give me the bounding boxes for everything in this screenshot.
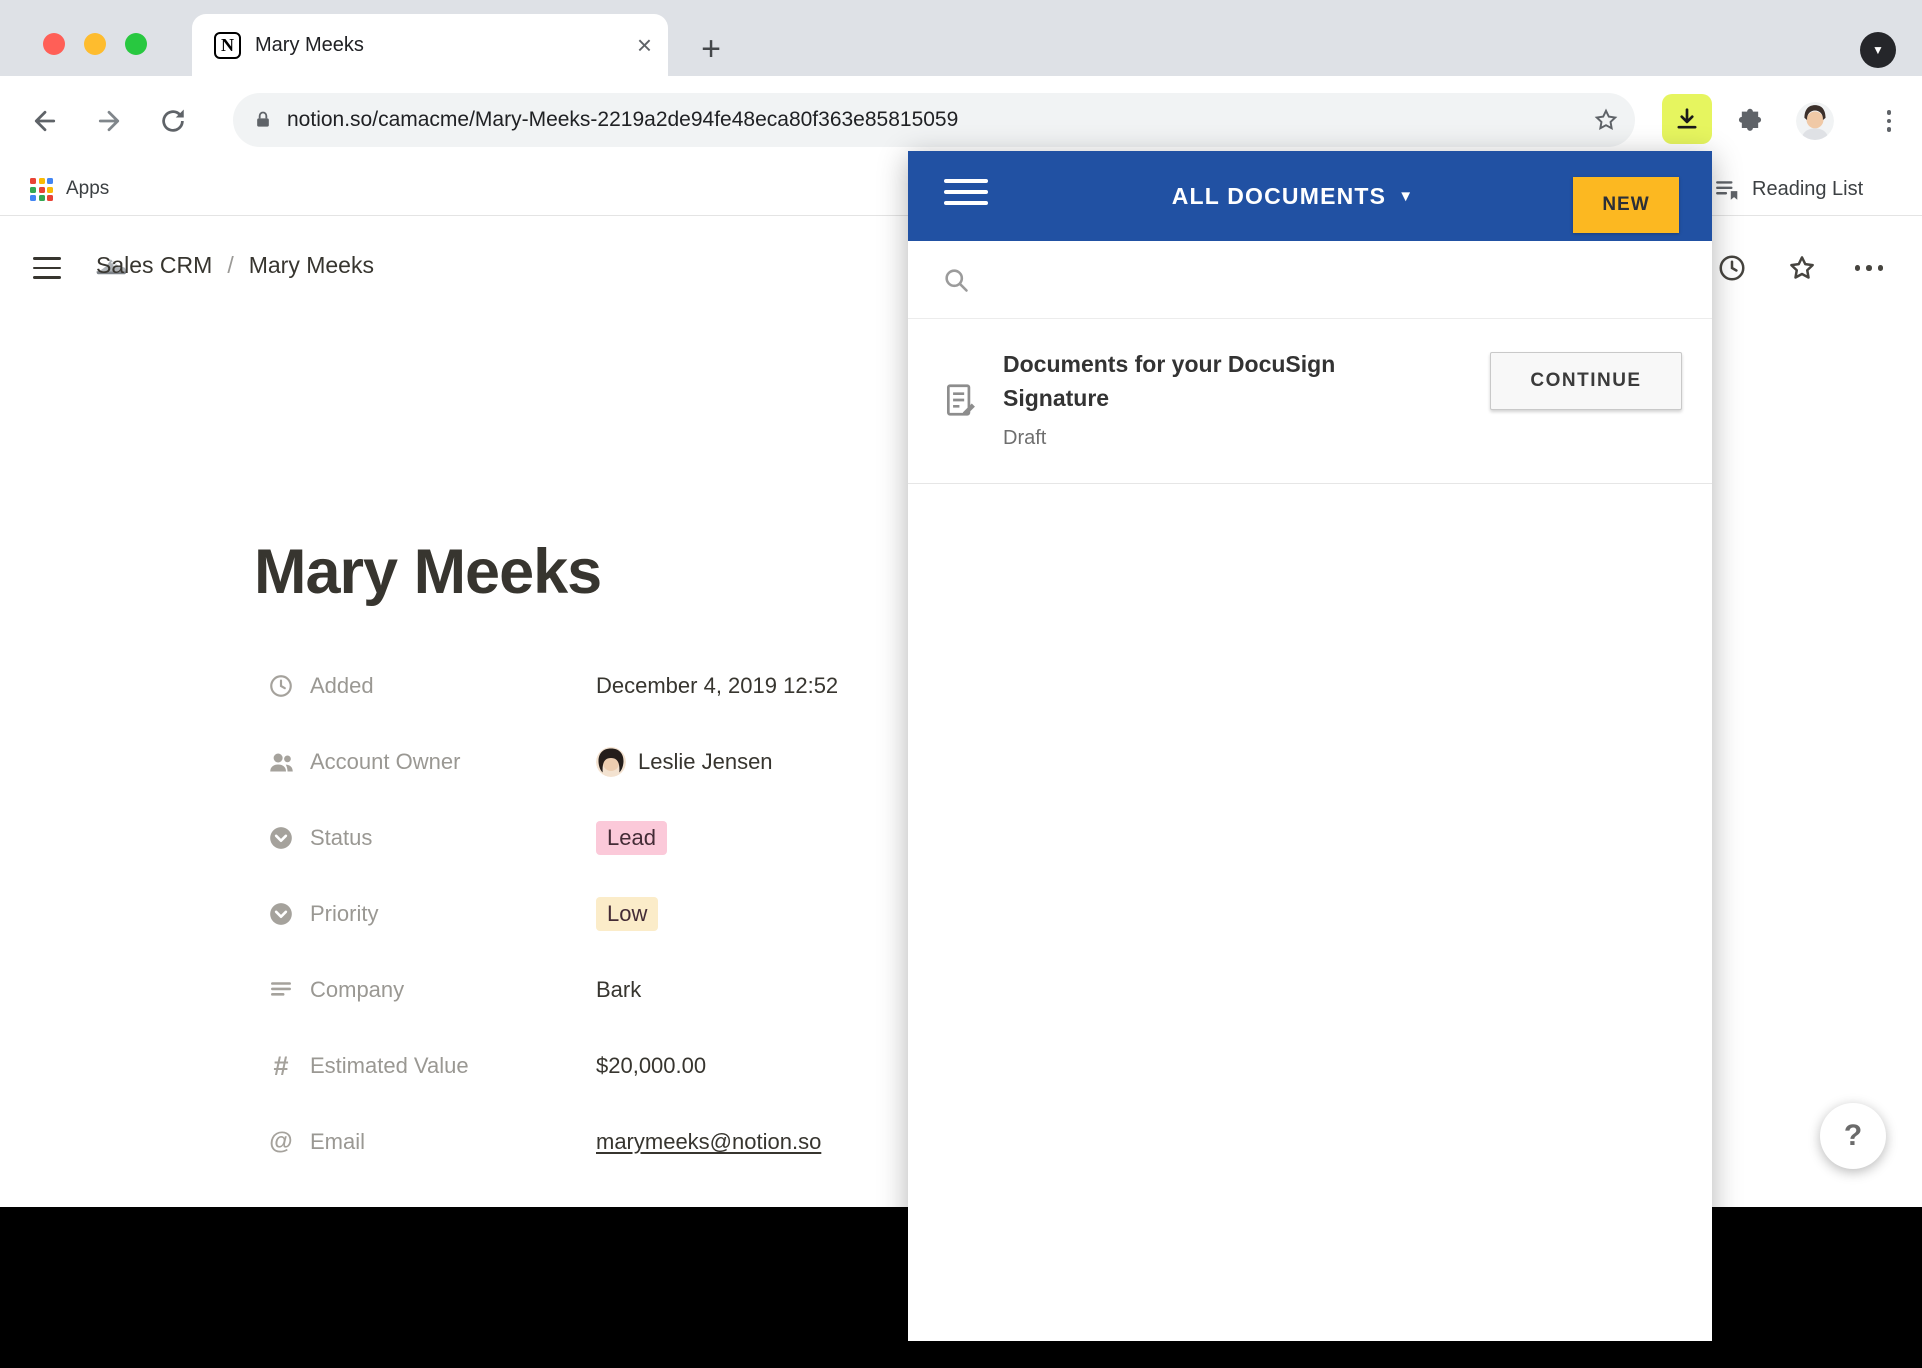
- apps-grid-icon[interactable]: [30, 178, 53, 201]
- notion-sidebar-toggle[interactable]: [30, 253, 64, 283]
- browser-menu-button[interactable]: [1872, 104, 1906, 138]
- property-label: Estimated Value: [310, 1053, 580, 1079]
- property-value-added[interactable]: December 4, 2019 12:52: [596, 673, 838, 699]
- reload-icon: [158, 106, 188, 136]
- browser-tab[interactable]: N Mary Meeks ×: [192, 14, 668, 76]
- ellipsis-icon: [1855, 265, 1884, 271]
- property-label: Status: [310, 825, 580, 851]
- filter-label: ALL DOCUMENTS: [1172, 183, 1387, 210]
- tab-title: Mary Meeks: [255, 34, 364, 57]
- breadcrumb-separator: /: [227, 252, 233, 279]
- forward-button[interactable]: [90, 102, 128, 140]
- document-list-item[interactable]: Documents for your DocuSign Signature Dr…: [908, 319, 1712, 484]
- property-row-status[interactable]: Status Lead: [266, 800, 906, 876]
- search-icon: [942, 266, 970, 294]
- star-icon: [1787, 253, 1817, 283]
- property-label: Priority: [310, 901, 580, 927]
- tab-search-button[interactable]: ▼: [1860, 32, 1896, 68]
- person-avatar: [596, 747, 626, 777]
- profile-avatar[interactable]: [1796, 102, 1834, 140]
- notion-favicon-icon: N: [214, 32, 241, 59]
- close-window-button[interactable]: [43, 33, 65, 55]
- reading-list-icon[interactable]: [1714, 177, 1740, 208]
- page-title: Mary Meeks: [254, 536, 601, 608]
- new-tab-button[interactable]: +: [692, 30, 730, 68]
- clock-icon: [1717, 253, 1747, 283]
- hamburger-icon: [33, 257, 61, 260]
- tab-strip: N Mary Meeks × + ▼: [0, 0, 1922, 76]
- email-link[interactable]: marymeeks@notion.so: [596, 1129, 821, 1155]
- property-row-added[interactable]: Added December 4, 2019 12:52: [266, 648, 906, 724]
- search-input[interactable]: [986, 260, 1712, 300]
- puzzle-icon: [1736, 107, 1764, 135]
- address-bar[interactable]: [233, 93, 1635, 147]
- back-button[interactable]: [26, 102, 64, 140]
- url-input[interactable]: [287, 108, 1593, 132]
- property-row-email[interactable]: @ Email marymeeks@notion.so: [266, 1104, 906, 1180]
- select-icon: [266, 823, 296, 853]
- chevron-down-icon: ▼: [1398, 188, 1414, 205]
- person-name: Leslie Jensen: [638, 749, 773, 775]
- favorite-button[interactable]: [1784, 250, 1820, 286]
- docusign-header: ALL DOCUMENTS ▼ NEW: [908, 151, 1712, 241]
- docusign-panel: ALL DOCUMENTS ▼ NEW Documents for your D…: [908, 151, 1712, 1341]
- person-icon: [266, 747, 296, 777]
- tab-close-icon[interactable]: ×: [637, 32, 652, 58]
- profile-face-icon: [1796, 102, 1834, 140]
- select-icon: [266, 899, 296, 929]
- breadcrumb: Sales CRM / Mary Meeks: [96, 252, 374, 279]
- extensions-button[interactable]: [1731, 102, 1769, 140]
- window-controls: [43, 33, 147, 55]
- kebab-icon: [1887, 110, 1892, 115]
- at-icon: @: [266, 1127, 296, 1157]
- help-button[interactable]: ?: [1820, 1103, 1886, 1169]
- property-label: Added: [310, 673, 580, 699]
- new-document-button[interactable]: NEW: [1573, 177, 1679, 233]
- property-row-account-owner[interactable]: Account Owner Leslie Jensen: [266, 724, 906, 800]
- priority-badge[interactable]: Low: [596, 897, 658, 931]
- property-row-company[interactable]: Company Bark: [266, 952, 906, 1028]
- breadcrumb-page[interactable]: Mary Meeks: [249, 252, 374, 279]
- property-row-estimated-value[interactable]: # Estimated Value $20,000.00: [266, 1028, 906, 1104]
- reading-list-button[interactable]: Reading List: [1752, 178, 1863, 201]
- minimize-window-button[interactable]: [84, 33, 106, 55]
- property-value-account-owner[interactable]: Leslie Jensen: [596, 747, 773, 777]
- continue-button[interactable]: CONTINUE: [1490, 352, 1682, 410]
- property-label: Email: [310, 1129, 580, 1155]
- status-badge[interactable]: Lead: [596, 821, 667, 855]
- menu-hamburger-icon[interactable]: [944, 179, 988, 205]
- lock-icon: [253, 109, 273, 131]
- text-lines-icon: [266, 975, 296, 1005]
- document-title: Documents for your DocuSign Signature: [1003, 347, 1393, 415]
- page-history-button[interactable]: [1714, 250, 1750, 286]
- document-search-bar[interactable]: [908, 241, 1712, 319]
- clock-icon: [266, 671, 296, 701]
- property-value-estimated[interactable]: $20,000.00: [596, 1053, 706, 1079]
- property-row-priority[interactable]: Priority Low: [266, 876, 906, 952]
- breadcrumb-workspace[interactable]: Sales CRM: [96, 252, 212, 279]
- page-more-button[interactable]: [1851, 250, 1887, 286]
- documents-filter-dropdown[interactable]: ALL DOCUMENTS ▼: [1172, 151, 1415, 241]
- property-value-company[interactable]: Bark: [596, 977, 641, 1003]
- download-button[interactable]: [1662, 94, 1712, 144]
- apps-shortcut[interactable]: Apps: [66, 178, 109, 200]
- forward-arrow-icon: [94, 106, 124, 136]
- bookmark-star-icon[interactable]: [1593, 107, 1619, 133]
- hash-icon: #: [266, 1051, 296, 1081]
- property-label: Company: [310, 977, 580, 1003]
- document-signature-icon: [942, 381, 980, 424]
- back-arrow-icon: [30, 106, 60, 136]
- property-list: Added December 4, 2019 12:52 Account Own…: [266, 648, 906, 1180]
- document-status: Draft: [1003, 427, 1393, 450]
- reload-button[interactable]: [154, 102, 192, 140]
- property-label: Account Owner: [310, 749, 580, 775]
- download-icon: [1673, 105, 1701, 133]
- maximize-window-button[interactable]: [125, 33, 147, 55]
